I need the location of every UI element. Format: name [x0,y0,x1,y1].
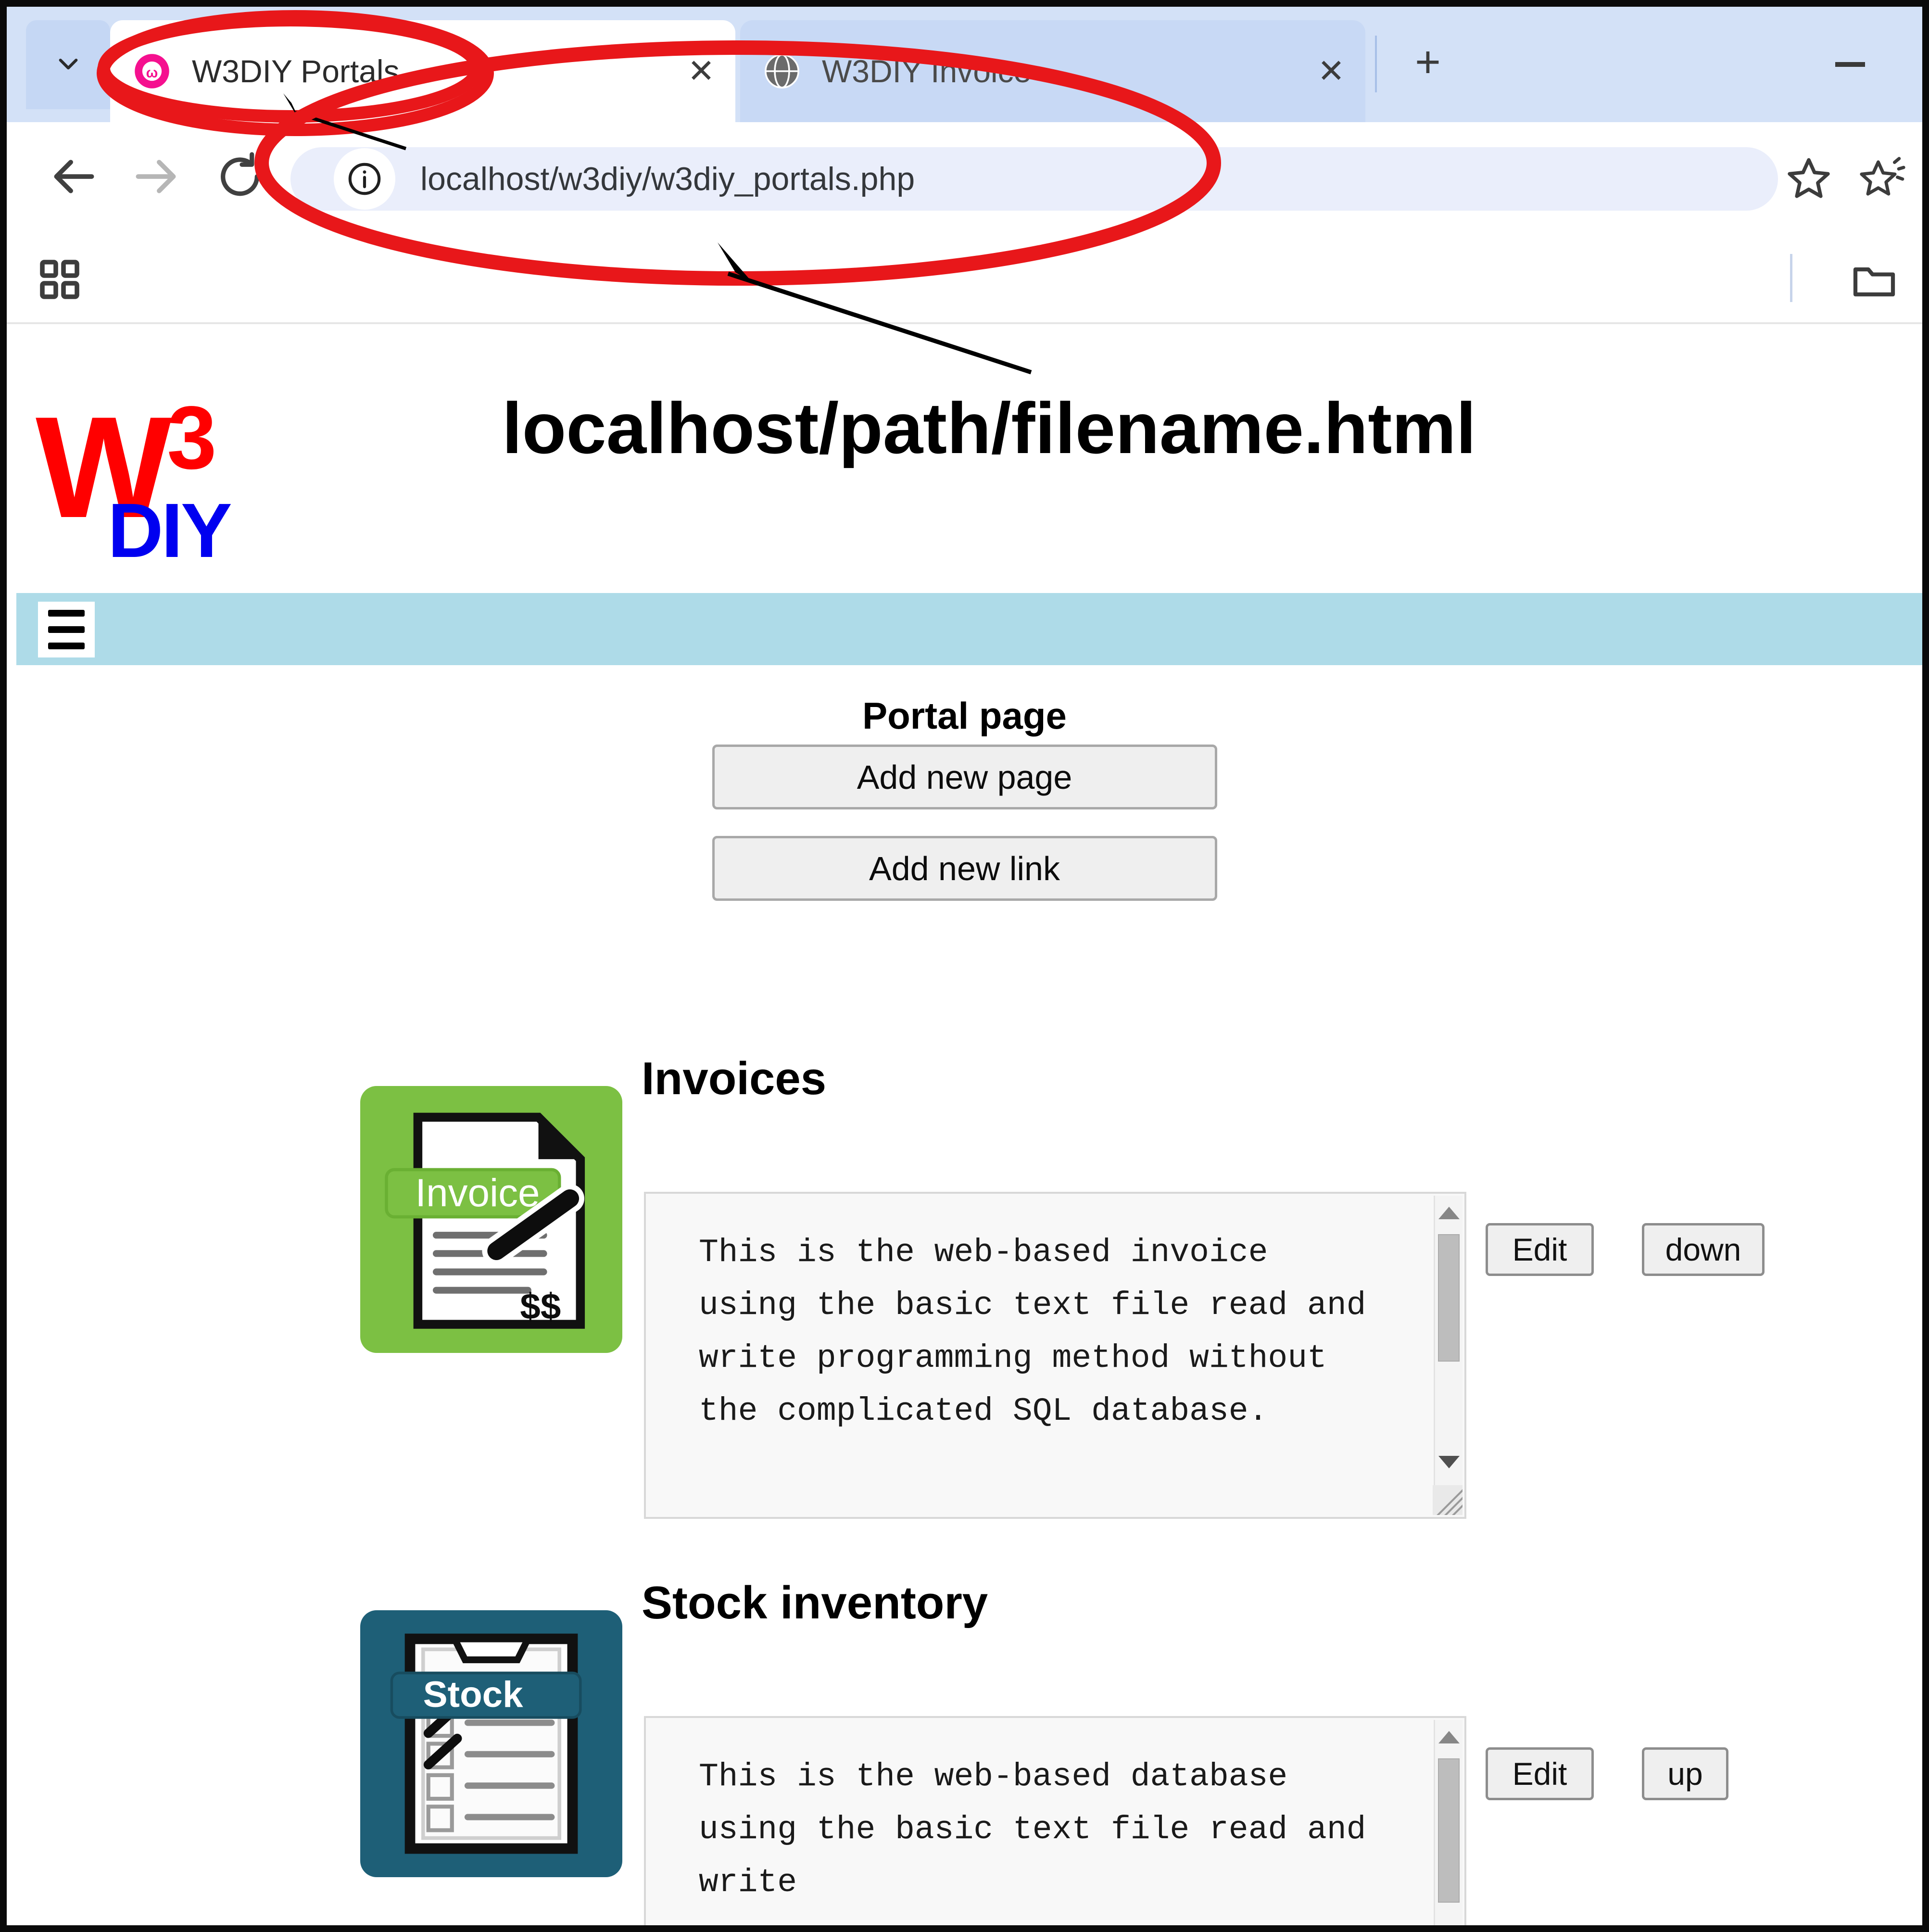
browser-toolbar: localhost/w3diy/w3diy_portals.php [7,122,1922,233]
logo-diy: DIY [108,487,232,573]
close-icon[interactable]: ✕ [1310,50,1353,93]
description-text: This is the web-based database using the… [699,1758,1386,1902]
reload-icon [214,151,265,204]
chevron-down-icon [55,50,82,79]
address-bar[interactable]: localhost/w3diy/w3diy_portals.php [290,147,1778,211]
add-new-link-button[interactable]: Add new link [712,836,1217,901]
entry-heading: Invoices [642,1053,827,1104]
tab-separator [1375,36,1377,92]
minimize-icon[interactable] [1821,36,1879,93]
apps-grid-icon[interactable] [33,253,86,306]
description-textarea[interactable]: This is the web-based database using the… [644,1716,1466,1925]
edit-button[interactable]: Edit [1486,1223,1594,1276]
forward-arrow-icon [129,150,182,205]
description-textarea[interactable]: This is the web-based invoice using the … [644,1192,1466,1519]
hamburger-menu-icon[interactable] [38,602,95,657]
scrollbar-thumb[interactable] [1438,1758,1460,1903]
star-icon [1785,154,1832,204]
description-textarea-wrapper: This is the web-based database using the… [644,1716,1466,1925]
new-tab-button[interactable]: + [1397,31,1459,93]
invoice-document-icon[interactable]: Invoice $$ [360,1086,622,1353]
globe-favicon [763,52,801,90]
reload-button[interactable] [209,146,271,209]
tab-w3diy-portals[interactable]: ω W3DIY Portals ✕ [110,20,735,122]
w3diy-logo: W3 DIY [36,393,238,569]
resize-handle[interactable] [1433,1485,1463,1515]
edit-button[interactable]: Edit [1486,1747,1594,1800]
tab-strip: ω W3DIY Portals ✕ W3DIY Invoice ✕ + [7,7,1922,122]
move-up-button[interactable]: up [1642,1747,1728,1800]
svg-text:$$: $$ [520,1287,561,1327]
back-button[interactable] [43,146,105,209]
bookmarks-bar [7,233,1922,324]
svg-text:ω: ω [146,65,158,81]
svg-text:Stock: Stock [423,1674,523,1715]
info-circle-icon[interactable] [334,148,395,210]
page-viewport: W3 DIY Portal page Add new page Add new … [7,326,1922,1925]
tab-title: W3DIY Portals [192,53,400,89]
back-arrow-icon [48,150,101,205]
add-new-page-button[interactable]: Add new page [712,745,1217,809]
w3diy-favicon: ω [133,52,171,90]
site-navbar [16,593,1922,665]
svg-text:Invoice: Invoice [415,1171,540,1215]
scrollbar[interactable] [1434,1720,1463,1925]
collections-button[interactable] [1850,147,1914,211]
browser-window: ω W3DIY Portals ✕ W3DIY Invoice ✕ + loca… [0,0,1929,1932]
folder-icon[interactable] [1845,252,1903,310]
tab-list-button[interactable] [26,20,110,109]
close-icon[interactable]: ✕ [680,50,723,93]
tab-w3diy-invoice[interactable]: W3DIY Invoice ✕ [740,20,1365,122]
scroll-up-icon[interactable] [1435,1199,1463,1227]
page-title: Portal page [862,695,1067,737]
move-down-button[interactable]: down [1642,1223,1765,1276]
description-text: This is the web-based invoice using the … [699,1234,1386,1430]
scrollbar-thumb[interactable] [1438,1234,1460,1362]
scroll-down-icon[interactable] [1435,1448,1463,1477]
stock-clipboard-icon[interactable]: Stock [360,1610,622,1877]
bookmark-button[interactable] [1777,147,1841,211]
bookmarks-separator [1790,254,1792,302]
scrollbar[interactable] [1434,1196,1463,1515]
entry-heading: Stock inventory [642,1577,988,1629]
url-text: localhost/w3diy/w3diy_portals.php [420,161,915,197]
scroll-up-icon[interactable] [1435,1723,1463,1752]
tab-title: W3DIY Invoice [822,53,1032,89]
description-textarea-wrapper: This is the web-based invoice using the … [644,1192,1466,1519]
forward-button[interactable] [125,146,187,209]
star-burst-icon [1858,154,1905,204]
